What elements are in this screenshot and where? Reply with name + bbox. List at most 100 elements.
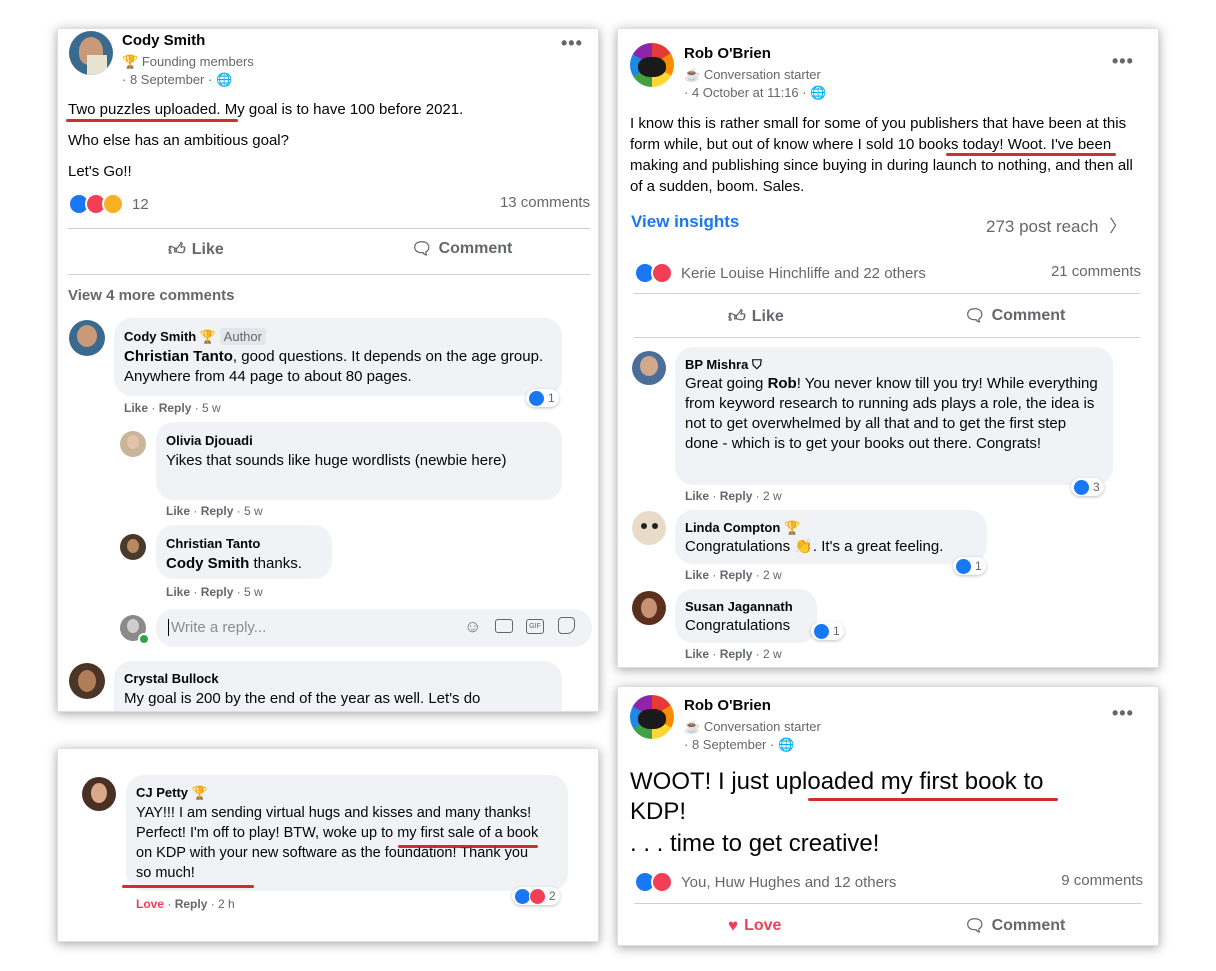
- comment-reactions[interactable]: 1: [526, 389, 559, 407]
- comment-button[interactable]: 🗨 Comment: [411, 239, 512, 259]
- like-button[interactable]: 👍︎ Like: [728, 306, 784, 327]
- post-author[interactable]: Cody Smith: [122, 32, 205, 49]
- comment-author[interactable]: Olivia Djouadi: [166, 433, 253, 448]
- comment-reactions[interactable]: 1: [953, 557, 986, 575]
- avatar[interactable]: [69, 320, 105, 356]
- comment-reply-link[interactable]: Reply: [720, 489, 753, 503]
- comment-like-link[interactable]: Like: [166, 585, 190, 599]
- comment-like-link[interactable]: Like: [685, 568, 709, 582]
- like-button[interactable]: 👍︎ Like: [168, 239, 224, 260]
- post-body-line: Two puzzles uploaded. My goal is to have…: [68, 101, 464, 118]
- more-options-icon[interactable]: •••: [1112, 703, 1134, 724]
- love-reaction-icon: [651, 262, 673, 284]
- comment-button[interactable]: 🗨 Comment: [964, 916, 1065, 936]
- comments-count[interactable]: 9 comments: [1061, 872, 1143, 889]
- group-badge: 🏆 Founding members: [122, 54, 254, 69]
- post-date[interactable]: · 4 October at 11:16 · 🌐: [684, 85, 826, 101]
- trophy-icon: 🏆: [783, 520, 801, 535]
- avatar[interactable]: [69, 31, 113, 75]
- comment-like-link[interactable]: Like: [685, 489, 709, 503]
- group-badge: ☕ Conversation starter: [684, 67, 821, 82]
- post-reach[interactable]: 273 post reach 〉: [986, 212, 1126, 237]
- comment-love-link[interactable]: Love: [136, 897, 164, 911]
- camera-icon[interactable]: [495, 619, 513, 633]
- comment-reactions[interactable]: 1: [811, 622, 844, 640]
- reaction-summary[interactable]: You, Huw Hughes and 12 others: [634, 871, 896, 893]
- comment-text: YAY!!! I am sending virtual hugs and kis…: [136, 805, 539, 881]
- divider: [634, 293, 1140, 294]
- highlight-underline: [66, 119, 238, 122]
- comment-reply-link[interactable]: Reply: [720, 568, 753, 582]
- view-more-comments[interactable]: View 4 more comments: [68, 287, 234, 304]
- post-body-line: Let's Go!!: [68, 163, 132, 180]
- post-body-line: WOOT! I just uploaded my first book to K…: [630, 768, 1044, 825]
- wow-reaction-icon: [102, 193, 124, 215]
- author-tag: Author: [219, 328, 266, 345]
- love-button[interactable]: ♥ Love: [728, 916, 781, 936]
- avatar[interactable]: [632, 351, 666, 385]
- avatar[interactable]: [82, 777, 116, 811]
- post-date[interactable]: · 8 September · 🌐: [684, 737, 794, 753]
- comment-reply-link[interactable]: Reply: [175, 897, 208, 911]
- avatar[interactable]: [632, 511, 666, 545]
- reaction-summary[interactable]: 12: [68, 193, 149, 215]
- emoji-icon[interactable]: ☺: [464, 617, 481, 637]
- trophy-icon: 🏆: [122, 54, 139, 69]
- gif-icon[interactable]: GIF: [526, 619, 544, 634]
- mention[interactable]: Rob: [768, 375, 797, 392]
- comment-reply-link[interactable]: Reply: [159, 401, 192, 415]
- group-badge: ☕ Conversation starter: [684, 719, 821, 734]
- post-date[interactable]: · 8 September · 🌐: [122, 72, 232, 88]
- comment-text: Congratulations 👏. It's a great feeling.: [685, 538, 944, 555]
- comment-meta: Like · Reply · 5 w: [124, 401, 221, 415]
- comment-like-link[interactable]: Like: [124, 401, 148, 415]
- thumbs-up-icon: 👍︎: [728, 307, 746, 326]
- comment-meta: Like · Reply · 2 w: [685, 489, 782, 503]
- highlight-underline: [946, 153, 1116, 156]
- comment-reactions[interactable]: 2: [512, 887, 560, 905]
- post-author[interactable]: Rob O'Brien: [684, 45, 771, 62]
- avatar[interactable]: [120, 431, 146, 457]
- avatar[interactable]: [630, 43, 674, 87]
- divider: [68, 228, 590, 229]
- post-author[interactable]: Rob O'Brien: [684, 697, 771, 714]
- post-card-cody: Cody Smith 🏆 Founding members · 8 Septem…: [57, 28, 599, 712]
- reply-input-placeholder[interactable]: Write a reply...: [168, 619, 266, 636]
- comment-text: Yikes that sounds like huge wordlists (n…: [166, 452, 507, 469]
- comment-text: Great going Rob! You never know till you…: [685, 375, 1098, 452]
- comment-author[interactable]: CJ Petty 🏆: [136, 785, 208, 801]
- comment-author[interactable]: BP Mishra ⛉: [685, 357, 762, 373]
- comment-reply-link[interactable]: Reply: [201, 585, 234, 599]
- avatar[interactable]: [69, 663, 105, 699]
- view-insights-link[interactable]: View insights: [631, 212, 739, 232]
- comment-author[interactable]: Crystal Bullock: [124, 671, 219, 686]
- comments-count[interactable]: 13 comments: [500, 194, 590, 211]
- comment-author[interactable]: Christian Tanto: [166, 536, 260, 551]
- mention[interactable]: Cody Smith: [166, 555, 249, 572]
- more-options-icon[interactable]: •••: [561, 33, 583, 54]
- sticker-icon[interactable]: [558, 617, 575, 634]
- comment-author[interactable]: Linda Compton 🏆: [685, 520, 800, 536]
- clapping-hands-icon: 👏: [794, 538, 813, 555]
- comment-like-link[interactable]: Like: [166, 504, 190, 518]
- comment-author[interactable]: Susan Jagannath: [685, 599, 793, 614]
- more-options-icon[interactable]: •••: [1112, 51, 1134, 72]
- avatar[interactable]: [630, 695, 674, 739]
- avatar[interactable]: [120, 534, 146, 560]
- reaction-summary[interactable]: Kerie Louise Hinchliffe and 22 others: [634, 262, 926, 284]
- comment-author[interactable]: Cody Smith 🏆 Author: [124, 328, 266, 345]
- coffee-icon: ☕: [684, 67, 701, 82]
- post-body-line: . . . time to get creative!: [630, 830, 880, 857]
- divider: [68, 274, 590, 275]
- comment-reactions[interactable]: 3: [1071, 478, 1104, 496]
- comment-button[interactable]: 🗨 Comment: [964, 306, 1065, 326]
- comment-text: Congratulations: [685, 617, 791, 634]
- mention[interactable]: Christian Tanto: [124, 348, 233, 365]
- comment-like-link[interactable]: Like: [685, 647, 709, 661]
- reaction-count: 12: [132, 195, 149, 213]
- avatar[interactable]: [632, 591, 666, 625]
- highlight-underline: [808, 798, 1058, 801]
- comments-count[interactable]: 21 comments: [1051, 263, 1141, 280]
- comment-reply-link[interactable]: Reply: [201, 504, 234, 518]
- comment-reply-link[interactable]: Reply: [720, 647, 753, 661]
